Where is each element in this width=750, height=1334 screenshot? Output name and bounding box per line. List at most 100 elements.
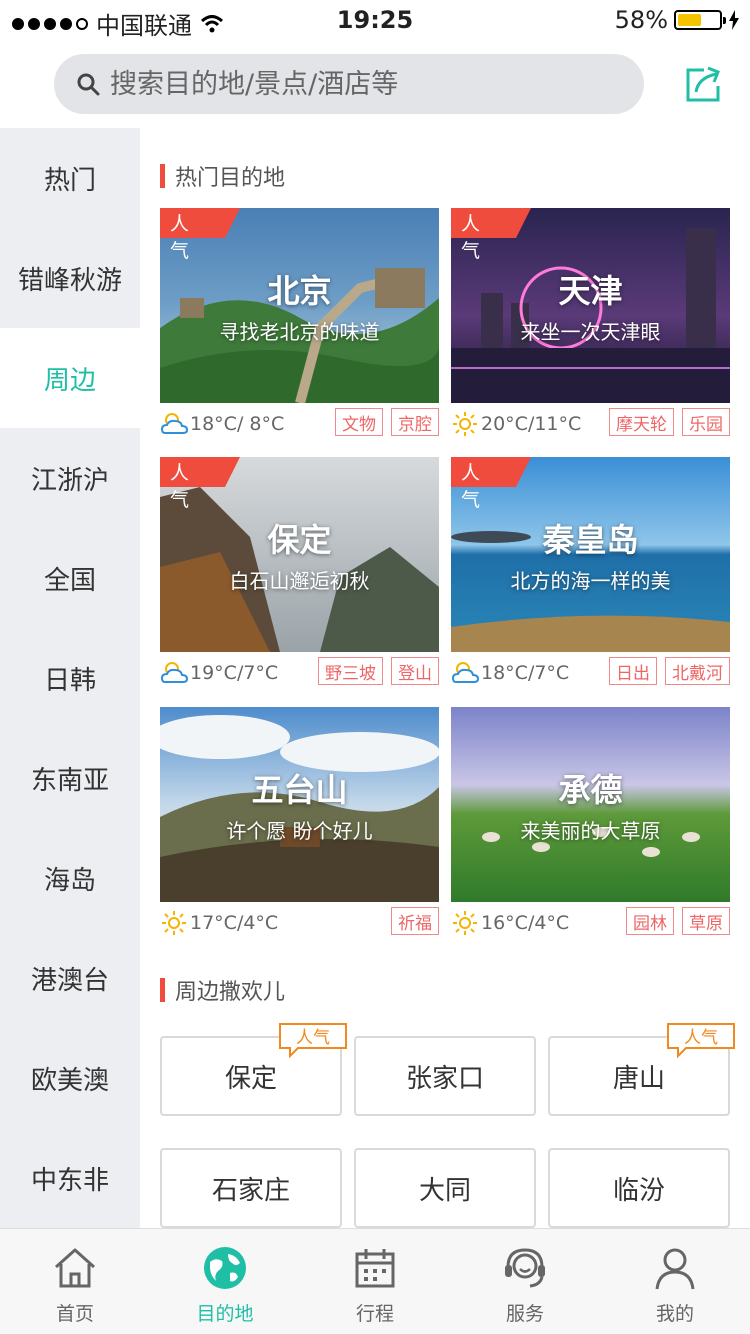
temperature: 20°C/11°C	[481, 413, 582, 435]
share-icon[interactable]	[684, 64, 724, 104]
sidebar-item-national[interactable]: 全国	[0, 528, 140, 628]
city-label: 保定	[224, 1063, 277, 1094]
destination-name: 北京	[267, 272, 332, 310]
tag-list: 祈福	[391, 907, 439, 935]
temperature: 19°C/7°C	[190, 662, 279, 684]
tab-label: 我的	[655, 1303, 694, 1325]
city-button-baoding[interactable]: 保定 人气	[160, 1023, 347, 1116]
tag-chip[interactable]: 北戴河	[665, 657, 730, 685]
tag-list: 园林 草原	[626, 907, 730, 935]
sidebar-item-southeast-asia[interactable]: 东南亚	[0, 728, 140, 828]
destination-image: 人气 天津 来坐一次天津眼	[451, 208, 730, 403]
destination-card-qinhuangdao[interactable]: 人气 秦皇岛 北方的海一样的美 18°C/7°C 日出 北戴河	[451, 457, 730, 694]
destination-info: 20°C/11°C 摩天轮 乐园	[451, 408, 730, 440]
destination-info: 18°C/7°C 日出 北戴河	[451, 657, 730, 689]
city-label: 石家庄	[211, 1175, 290, 1206]
sidebar-item-hot[interactable]: 热门	[0, 128, 140, 228]
destination-name: 保定	[267, 521, 332, 559]
tab-home[interactable]: 首页	[0, 1229, 150, 1334]
tag-chip[interactable]: 野三坡	[318, 657, 383, 685]
hot-destinations-title: 热门目的地	[175, 166, 286, 191]
nearby-title: 周边撒欢儿	[175, 980, 286, 1005]
sidebar-item-middle-east-africa[interactable]: 中东非	[0, 1128, 140, 1228]
sunny-icon	[162, 911, 186, 935]
destination-info: 17°C/4°C 祈福	[160, 907, 439, 939]
sidebar-item-offpeak[interactable]: 错峰秋游	[0, 228, 140, 328]
destination-name: 承德	[558, 771, 623, 809]
tab-itinerary[interactable]: 行程	[300, 1229, 450, 1334]
popular-badge: 人气	[666, 1022, 736, 1059]
partly-cloudy-icon	[451, 662, 479, 683]
city-button-linfen[interactable]: 临汾	[548, 1148, 730, 1228]
globe-icon	[204, 1247, 246, 1289]
destination-card-beijing[interactable]: 人气 北京 寻找老北京的味道 18°C/ 8°C 文物 京腔	[160, 208, 439, 445]
destination-name: 秦皇岛	[542, 521, 639, 559]
destination-info: 16°C/4°C 园林 草原	[451, 907, 730, 939]
popular-badge: 人气	[170, 213, 190, 262]
popular-badge: 人气	[461, 462, 481, 511]
bottom-tab-bar: 首页 目的地 行程 服务 我的	[0, 1228, 750, 1334]
city-label: 张家口	[405, 1063, 484, 1094]
tab-label: 行程	[355, 1303, 394, 1325]
tab-destinations[interactable]: 目的地	[150, 1229, 300, 1334]
tab-me[interactable]: 我的	[600, 1229, 750, 1334]
sidebar-item-japan-korea[interactable]: 日韩	[0, 628, 140, 728]
sidebar-item-islands[interactable]: 海岛	[0, 828, 140, 928]
city-button-tangshan[interactable]: 唐山 人气	[548, 1023, 735, 1116]
tag-chip[interactable]: 文物	[335, 408, 383, 436]
sidebar-item-hk-macau-tw[interactable]: 港澳台	[0, 928, 140, 1028]
battery-icon	[674, 10, 726, 30]
battery-percent: 58%	[614, 6, 668, 34]
home-icon	[54, 1248, 96, 1288]
charging-icon	[729, 10, 739, 30]
city-label: 唐山	[612, 1063, 665, 1094]
tag-chip[interactable]: 园林	[626, 907, 674, 935]
destination-subtitle: 寻找老北京的味道	[219, 320, 380, 344]
tag-chip[interactable]: 摩天轮	[609, 408, 674, 436]
tab-label: 目的地	[196, 1303, 254, 1325]
destination-card-chengde[interactable]: 承德 来美丽的大草原 16°C/4°C 园林 草原	[451, 707, 730, 944]
destination-card-wutaishan[interactable]: 五台山 许个愿 盼个好儿 17°C/4°C 祈福	[160, 707, 439, 944]
tag-chip[interactable]: 草原	[682, 907, 730, 935]
destination-name: 五台山	[251, 771, 348, 809]
tab-service[interactable]: 服务	[450, 1229, 600, 1334]
sidebar-item-europe-us-au[interactable]: 欧美澳	[0, 1028, 140, 1128]
tag-chip[interactable]: 登山	[391, 657, 439, 685]
search-input[interactable]	[110, 68, 610, 100]
city-button-datong[interactable]: 大同	[354, 1148, 536, 1228]
calendar-icon	[355, 1249, 395, 1288]
destination-card-tianjin[interactable]: 人气 天津 来坐一次天津眼 20°C/11°C 摩天轮 乐园	[451, 208, 730, 445]
destination-subtitle: 来坐一次天津眼	[520, 320, 661, 344]
search-icon	[77, 73, 100, 96]
destination-name: 天津	[558, 272, 623, 310]
destination-image: 人气 保定 白石山邂逅初秋	[160, 457, 439, 652]
tag-chip[interactable]: 乐园	[682, 408, 730, 436]
temperature: 18°C/ 8°C	[190, 413, 285, 435]
sidebar-item-nearby[interactable]: 周边	[0, 328, 140, 428]
popular-badge: 人气	[278, 1022, 348, 1059]
status-right: 58%	[615, 6, 740, 34]
popular-badge-label: 人气	[296, 1028, 330, 1048]
destination-subtitle: 白石山邂逅初秋	[229, 569, 370, 593]
destination-image: 人气 秦皇岛 北方的海一样的美	[451, 457, 730, 652]
popular-badge-label: 人气	[684, 1028, 718, 1048]
content-area: 热门目的地 人气 北京 寻找老北京的味道 18°C/ 8°C 文物 京腔 人气 …	[140, 128, 750, 1228]
tag-list: 文物 京腔	[335, 408, 439, 436]
user-icon	[655, 1248, 695, 1290]
destination-card-baoding[interactable]: 人气 保定 白石山邂逅初秋 19°C/7°C 野三坡 登山	[160, 457, 439, 694]
partly-cloudy-icon	[160, 413, 188, 434]
city-label: 临汾	[612, 1175, 665, 1206]
city-button-shijiazhuang[interactable]: 石家庄	[160, 1148, 342, 1228]
hot-destinations-heading: 热门目的地	[160, 160, 285, 192]
search-bar[interactable]	[54, 54, 644, 114]
tag-chip[interactable]: 祈福	[391, 907, 439, 935]
popular-badge: 人气	[461, 213, 481, 262]
city-button-zhangjiakou[interactable]: 张家口	[354, 1036, 536, 1116]
tab-label: 服务	[505, 1303, 544, 1325]
tab-label: 首页	[55, 1303, 94, 1325]
tag-chip[interactable]: 京腔	[391, 408, 439, 436]
temperature: 16°C/4°C	[481, 912, 570, 934]
sidebar-item-jzh[interactable]: 江浙沪	[0, 428, 140, 528]
tag-chip[interactable]: 日出	[609, 657, 657, 685]
destination-subtitle: 许个愿 盼个好儿	[226, 819, 373, 843]
